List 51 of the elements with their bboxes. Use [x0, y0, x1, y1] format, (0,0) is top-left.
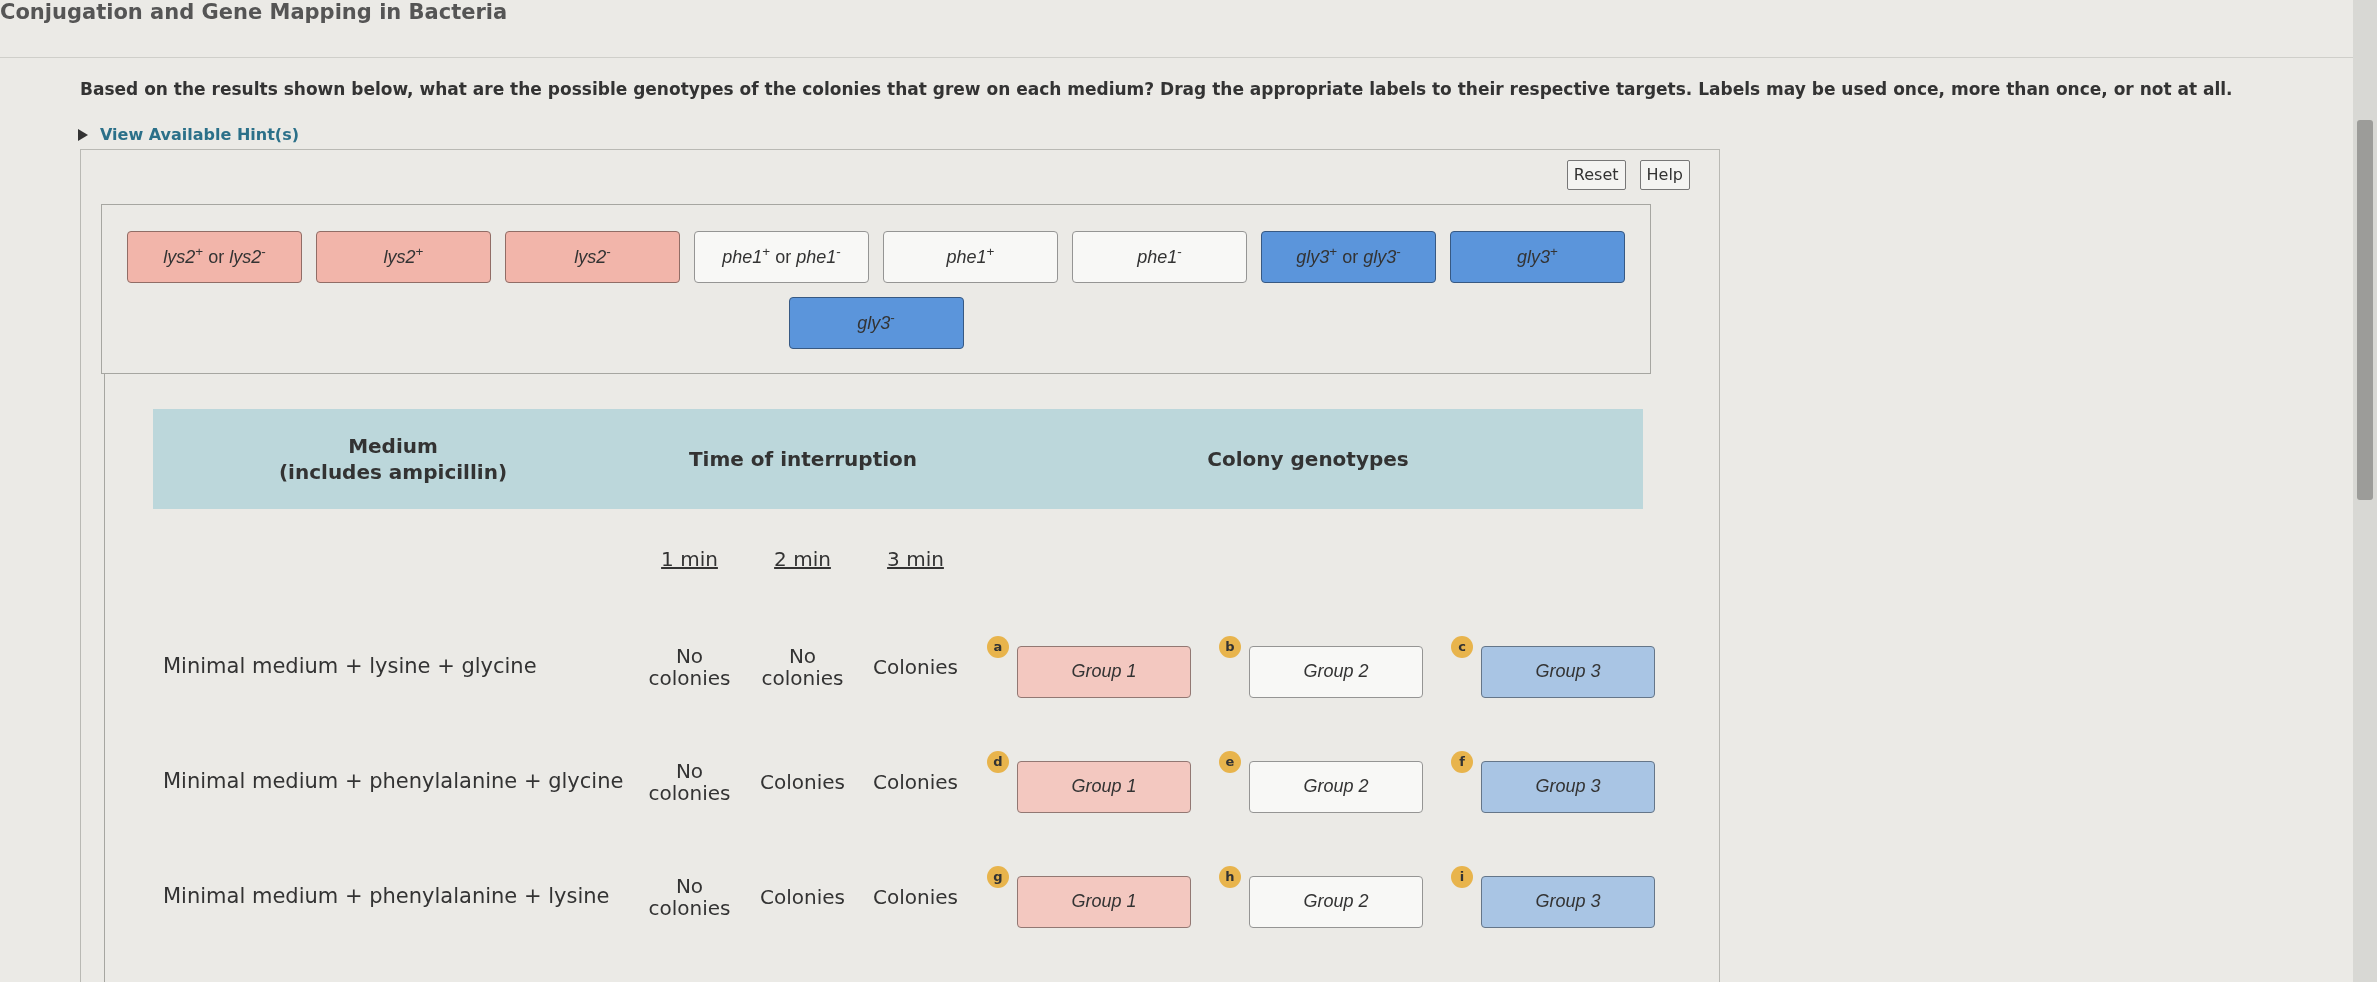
target-letter-badge: b	[1219, 635, 1241, 658]
result-text: Colonies	[873, 885, 958, 908]
target-letter-badge: a	[987, 635, 1009, 658]
hint-toggle[interactable]: View Available Hint(s)	[78, 124, 299, 146]
column-header: Medium (includes ampicillin)	[278, 433, 508, 485]
time-label: 2 min	[774, 547, 831, 571]
medium-label: Minimal medium + lysine + glycine	[163, 654, 537, 678]
drop-target[interactable]: Group 3	[1481, 760, 1655, 813]
target-letter-badge: i	[1451, 865, 1473, 888]
time-label: 3 min	[887, 547, 944, 571]
drop-target[interactable]: Group 3	[1481, 875, 1655, 928]
result-text: No colonies	[761, 644, 844, 689]
drop-target[interactable]: Group 2	[1249, 875, 1423, 928]
drag-label[interactable]: lys2$^{+}$	[316, 231, 491, 283]
target-letter-badge: e	[1219, 750, 1241, 773]
result-text: Colonies	[760, 885, 845, 908]
target-letter-badge: h	[1219, 865, 1241, 888]
scrollbar-thumb[interactable]	[2357, 120, 2373, 500]
result-text: No colonies	[648, 874, 731, 919]
toolbar-button[interactable]: Reset	[1566, 160, 1626, 190]
time-label: 1 min	[661, 547, 718, 571]
target-letter-badge: c	[1451, 635, 1473, 658]
result-text: No colonies	[648, 759, 731, 804]
drop-target[interactable]: Group 3	[1481, 645, 1655, 698]
result-text: Colonies	[760, 770, 845, 793]
drag-label[interactable]: gly3$^{-}$	[788, 297, 964, 349]
drag-label[interactable]: lys2$^{-}$	[505, 231, 680, 283]
drag-label[interactable]: phe1$^{+}$	[883, 231, 1058, 283]
drag-label[interactable]: phe1$^{+}$ or phe1$^{-}$	[694, 231, 869, 283]
toolbar-button[interactable]: Help	[1639, 160, 1690, 190]
result-text: Colonies	[873, 770, 958, 793]
question-text: Based on the results shown below, what are the possible genotypes of the colonies that grew on each medium? Drag the appropriate labels to their respective targets. Labels may be used once, more than once, or not at all.	[80, 79, 2233, 100]
page-title: Conjugation and Gene Mapping in Bacteria	[0, 0, 508, 25]
result-text: No colonies	[648, 644, 731, 689]
drag-label[interactable]: phe1$^{-}$	[1072, 231, 1247, 283]
drop-target[interactable]: Group 2	[1249, 645, 1423, 698]
drop-target[interactable]: Group 1	[1017, 760, 1191, 813]
target-letter-badge: f	[1451, 750, 1473, 773]
column-header: Time of interruption	[688, 446, 918, 472]
drop-target[interactable]: Group 1	[1017, 875, 1191, 928]
medium-label: Minimal medium + phenylalanine + glycine	[163, 769, 624, 793]
drop-target[interactable]: Group 2	[1249, 760, 1423, 813]
drag-label[interactable]: lys2$^{+}$ or lys2$^{-}$	[127, 231, 302, 283]
target-letter-badge: d	[987, 750, 1009, 773]
drag-label[interactable]: gly3$^{+}$	[1450, 231, 1625, 283]
medium-label: Minimal medium + phenylalanine + lysine	[163, 884, 610, 908]
target-letter-badge: g	[987, 865, 1009, 888]
result-text: Colonies	[873, 655, 958, 678]
drag-label[interactable]: gly3$^{+}$ or gly3$^{-}$	[1261, 231, 1436, 283]
column-header: Colony genotypes	[1207, 446, 1409, 472]
drop-target[interactable]: Group 1	[1017, 645, 1191, 698]
